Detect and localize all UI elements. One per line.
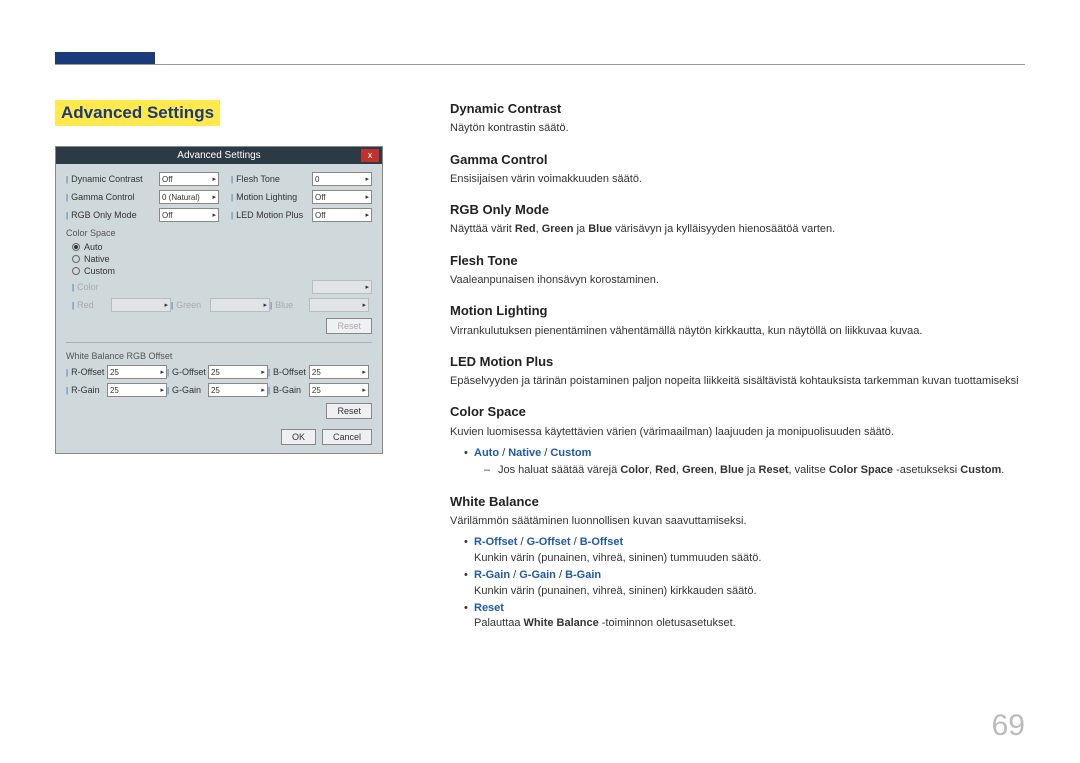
radio-option[interactable]: Native — [72, 254, 372, 264]
setting-select[interactable]: Off▸ — [159, 208, 219, 222]
setting-label: Motion Lighting — [236, 192, 312, 202]
wb-label: G-Gain — [172, 385, 208, 395]
heading-gamma-control: Gamma Control — [450, 151, 1025, 169]
list-item: Reset Palauttaa White Balance -toiminnon… — [464, 601, 1025, 632]
wb-select[interactable]: 25▸ — [208, 383, 268, 397]
desc: Virrankulutuksen pienentäminen vähentämä… — [450, 324, 1025, 339]
documentation-column: Dynamic Contrast Näytön kontrastin säätö… — [450, 100, 1025, 634]
radio-option[interactable]: Custom — [72, 266, 372, 276]
list-item: R-Gain / G-Gain / B-Gain Kunkin värin (p… — [464, 568, 1025, 599]
header-accent — [55, 52, 155, 64]
page-number: 69 — [992, 709, 1025, 743]
list-item: Auto / Native / Custom — [464, 446, 1025, 461]
color-label: Blue — [275, 300, 309, 310]
heading-white-balance: White Balance — [450, 493, 1025, 511]
radio-icon — [72, 243, 80, 251]
setting-select[interactable]: 0▸ — [312, 172, 372, 186]
radio-option[interactable]: Auto — [72, 242, 372, 252]
setting-select[interactable]: 0 (Natural)▸ — [159, 190, 219, 204]
desc: Vaaleanpunaisen ihonsävyn korostaminen. — [450, 273, 1025, 288]
desc: Värilämmön säätäminen luonnollisen kuvan… — [450, 514, 1025, 529]
setting-label: Flesh Tone — [236, 174, 312, 184]
desc: Näyttää värit Red, Green ja Blue värisäv… — [450, 222, 1025, 237]
heading-flesh-tone: Flesh Tone — [450, 252, 1025, 270]
setting-select[interactable]: Off▸ — [312, 208, 372, 222]
setting-label: Gamma Control — [71, 192, 159, 202]
reset-button[interactable]: Reset — [326, 403, 372, 419]
color-select: ▸ — [312, 280, 372, 294]
heading-dynamic-contrast: Dynamic Contrast — [450, 100, 1025, 118]
advanced-settings-panel: Advanced Settings x |Dynamic ContrastOff… — [55, 146, 383, 454]
color-label: Color — [77, 282, 312, 292]
setting-label: Dynamic Contrast — [71, 174, 159, 184]
section-title: Advanced Settings — [55, 100, 220, 126]
panel-titlebar: Advanced Settings x — [56, 147, 382, 164]
wb-select[interactable]: 25▸ — [107, 365, 167, 379]
wb-select[interactable]: 25▸ — [309, 365, 369, 379]
wb-select[interactable]: 25▸ — [309, 383, 369, 397]
reset-button: Reset — [326, 318, 372, 334]
desc: Kuvien luomisessa käytettävien värien (v… — [450, 425, 1025, 440]
color-select: ▸ — [210, 298, 270, 312]
setting-select[interactable]: Off▸ — [159, 172, 219, 186]
color-select: ▸ — [309, 298, 369, 312]
setting-label: LED Motion Plus — [236, 210, 312, 220]
wb-label: B-Offset — [273, 367, 309, 377]
wb-select[interactable]: 25▸ — [107, 383, 167, 397]
close-icon[interactable]: x — [361, 149, 379, 162]
setting-select[interactable]: Off▸ — [312, 190, 372, 204]
heading-rgb-only-mode: RGB Only Mode — [450, 201, 1025, 219]
list-item: Jos haluat säätää värejä Color, Red, Gre… — [484, 463, 1025, 478]
color-space-label: Color Space — [66, 228, 372, 238]
list-item: R-Offset / G-Offset / B-Offset Kunkin vä… — [464, 535, 1025, 566]
heading-led-motion-plus: LED Motion Plus — [450, 353, 1025, 371]
radio-icon — [72, 255, 80, 263]
heading-color-space: Color Space — [450, 403, 1025, 421]
setting-label: RGB Only Mode — [71, 210, 159, 220]
cancel-button[interactable]: Cancel — [322, 429, 372, 445]
wb-select[interactable]: 25▸ — [208, 365, 268, 379]
header-divider — [55, 64, 1025, 65]
wb-label: G-Offset — [172, 367, 208, 377]
wb-label: R-Gain — [71, 385, 107, 395]
wb-label: B-Gain — [273, 385, 309, 395]
desc: Epäselvyyden ja tärinän poistaminen palj… — [450, 374, 1025, 389]
radio-icon — [72, 267, 80, 275]
desc: Ensisijaisen värin voimakkuuden säätö. — [450, 172, 1025, 187]
color-label: Red — [77, 300, 111, 310]
desc: Näytön kontrastin säätö. — [450, 121, 1025, 136]
ok-button[interactable]: OK — [281, 429, 316, 445]
white-balance-label: White Balance RGB Offset — [66, 351, 372, 361]
panel-title: Advanced Settings — [177, 150, 260, 161]
wb-label: R-Offset — [71, 367, 107, 377]
heading-motion-lighting: Motion Lighting — [450, 302, 1025, 320]
color-select: ▸ — [111, 298, 171, 312]
color-label: Green — [176, 300, 210, 310]
